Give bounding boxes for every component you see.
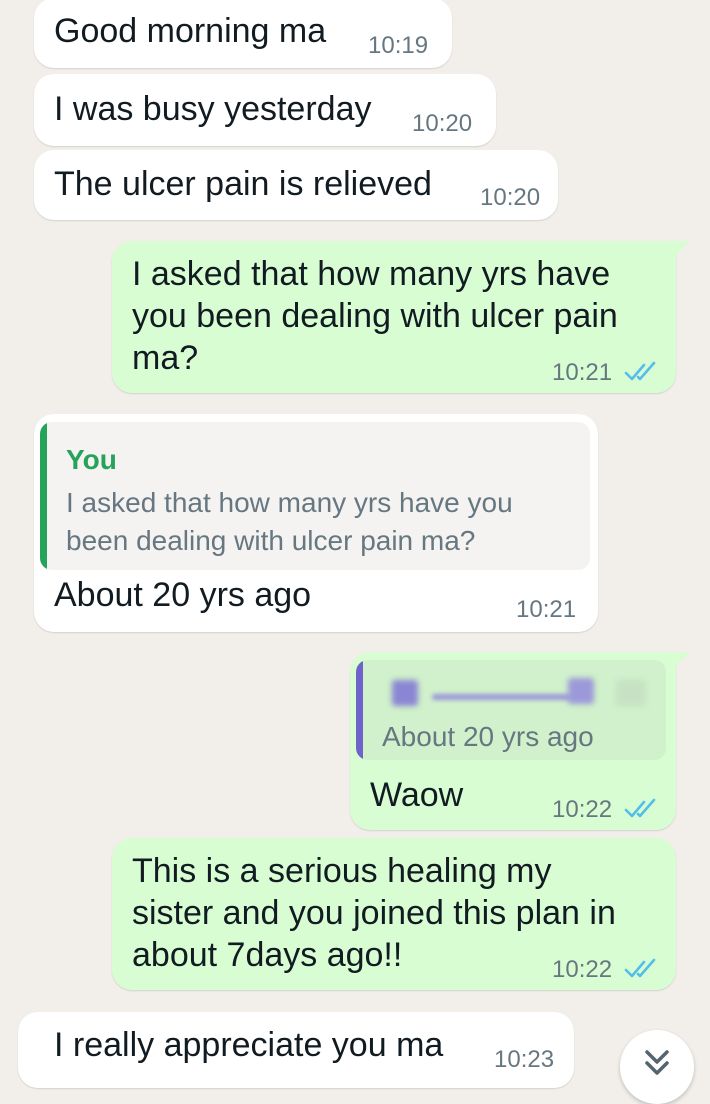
message-bubble-outgoing[interactable]: I asked that how many yrs have you been … (112, 241, 690, 393)
quote-text: About 20 yrs ago (382, 721, 594, 752)
message-time: 10:23 (494, 1046, 555, 1073)
message-time: 10:19 (368, 32, 429, 59)
message-text-line: This is a serious healing my (132, 852, 552, 890)
double-check-icon (624, 958, 656, 978)
scroll-to-bottom-button[interactable] (620, 1030, 694, 1104)
message-text-line: sister and you joined this plan in (132, 894, 616, 932)
message-time: 10:20 (480, 184, 541, 211)
message-text: About 20 yrs ago (54, 576, 312, 614)
message-bubble-incoming[interactable]: I was busy yesterday 10:20 (34, 74, 496, 146)
message-text: I was busy yesterday (54, 90, 372, 128)
message-text: Good morning ma (54, 12, 327, 50)
message-time: 10:21 (552, 359, 613, 386)
message-bubble-incoming[interactable]: The ulcer pain is relieved 10:20 (34, 150, 558, 220)
message-time: 10:20 (412, 110, 473, 137)
message-bubble-outgoing-reply[interactable]: About 20 yrs ago Waow 10:22 (350, 652, 690, 830)
message-text: I really appreciate you ma (54, 1026, 444, 1064)
message-text-line: about 7days ago!! (132, 936, 403, 974)
quoted-message[interactable]: You I asked that how many yrs have you b… (40, 422, 590, 570)
double-check-icon (624, 361, 656, 381)
message-text-line: I asked that how many yrs have (132, 255, 611, 293)
quote-text-line: been dealing with ulcer pain ma? (66, 525, 476, 556)
message-text: The ulcer pain is relieved (54, 165, 432, 203)
quote-author: You (66, 444, 117, 475)
quote-bar (356, 660, 363, 760)
message-text-line: ma? (132, 339, 199, 377)
message-time: 10:22 (552, 956, 613, 983)
double-check-icon (624, 798, 656, 818)
quoted-message[interactable]: About 20 yrs ago (356, 660, 666, 760)
message-time: 10:22 (552, 796, 613, 823)
message-text: Waow (370, 776, 464, 814)
quote-bar (40, 422, 47, 570)
chevron-double-down-icon (645, 1050, 669, 1075)
message-text-line: you been dealing with ulcer pain (132, 297, 618, 335)
message-bubble-incoming-reply[interactable]: You I asked that how many yrs have you b… (34, 414, 598, 632)
message-bubble-outgoing[interactable]: This is a serious healing my sister and … (112, 838, 676, 990)
message-bubble-incoming[interactable]: Good morning ma 10:19 (34, 0, 452, 68)
quote-text-line: I asked that how many yrs have you (66, 487, 513, 518)
message-time: 10:21 (516, 596, 577, 623)
message-bubble-incoming[interactable]: I really appreciate you ma 10:23 (18, 1012, 574, 1088)
